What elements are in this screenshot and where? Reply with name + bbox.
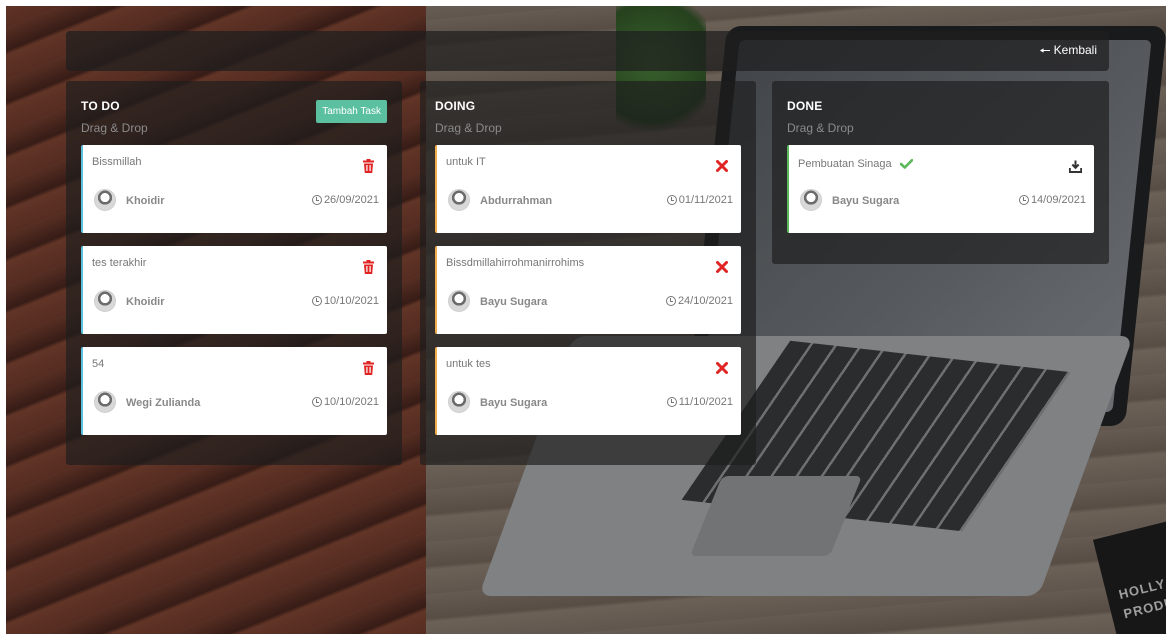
avatar [94,290,116,312]
top-bar: 🠔 Kembali [66,31,1109,71]
column-title: DONE [787,99,823,113]
close-icon[interactable] [715,158,729,174]
task-title: Bissmillah [92,156,142,168]
task-date-value: 01/11/2021 [678,194,733,206]
task-date: 14/09/2021 [1018,194,1086,206]
check-icon [899,156,913,172]
task-date: 26/09/2021 [311,194,379,206]
avatar [94,189,116,211]
clock-icon [666,397,677,407]
trash-icon[interactable] [361,158,375,174]
task-assignee: Bayu Sugara [480,296,548,308]
trash-icon[interactable] [361,360,375,376]
task-date-value: 10/10/2021 [323,295,379,307]
clock-icon [1018,195,1029,205]
clock-icon [311,397,322,407]
back-label: Kembali [1053,43,1097,57]
task-assignee: Bayu Sugara [480,397,548,409]
task-title: Pembuatan Sinaga [798,158,892,170]
clock-icon [311,195,322,205]
task-card[interactable]: untuk tes Bayu Sugara 11/10/2021 [435,347,741,435]
download-icon[interactable] [1068,158,1082,174]
task-assignee: Wegi Zulianda [126,397,201,409]
column-title: DOING [435,99,476,113]
column-subtitle: Drag & Drop [435,121,502,135]
task-date-value: 24/10/2021 [677,295,733,307]
column-doing: DOING Drag & Drop untuk IT Abdurrahman 0… [420,81,756,465]
task-date: 24/10/2021 [665,295,733,307]
task-card[interactable]: 54 Wegi Zulianda 10/10/2021 [81,347,387,435]
clock-icon [666,195,677,205]
avatar [94,391,116,413]
clock-icon [311,296,322,306]
task-card[interactable]: untuk IT Abdurrahman 01/11/2021 [435,145,741,233]
task-assignee: Bayu Sugara [832,195,900,207]
column-todo: TO DO Drag & Drop Tambah Task Bissmillah… [66,81,402,465]
task-title: untuk IT [446,156,486,168]
task-title: untuk tes [446,358,491,370]
clock-icon [665,296,676,306]
task-date: 10/10/2021 [311,396,379,408]
close-icon[interactable] [715,360,729,376]
task-date-value: 26/09/2021 [323,194,379,206]
task-title-row: Pembuatan Sinaga [798,156,913,172]
back-button[interactable]: 🠔 Kembali [1039,43,1097,57]
task-title: tes terakhir [92,257,147,269]
task-date-value: 11/10/2021 [678,396,733,408]
task-date-value: 10/10/2021 [323,396,379,408]
avatar [800,189,822,211]
task-card[interactable]: Pembuatan Sinaga Bayu Sugara 14/09/2021 [787,145,1094,233]
task-date: 11/10/2021 [666,396,733,408]
task-assignee: Khoidir [126,195,165,207]
task-date-value: 14/09/2021 [1030,194,1086,206]
task-date: 10/10/2021 [311,295,379,307]
task-date: 01/11/2021 [666,194,733,206]
arrow-left-icon: 🠔 [1039,42,1051,58]
column-title: TO DO [81,99,120,113]
column-done: DONE Drag & Drop Pembuatan Sinaga Bayu S… [772,81,1109,264]
avatar [448,290,470,312]
avatar [448,189,470,211]
trash-icon[interactable] [361,259,375,275]
task-title: 54 [92,358,105,370]
task-card[interactable]: tes terakhir Khoidir 10/10/2021 [81,246,387,334]
column-subtitle: Drag & Drop [787,121,854,135]
task-card[interactable]: Bissdmillahirrohmanirrohims Bayu Sugara … [435,246,741,334]
task-card[interactable]: Bissmillah Khoidir 26/09/2021 [81,145,387,233]
task-assignee: Khoidir [126,296,165,308]
close-icon[interactable] [715,259,729,275]
task-title: Bissdmillahirrohmanirrohims [446,257,585,269]
avatar [448,391,470,413]
add-task-button[interactable]: Tambah Task [316,100,387,123]
column-subtitle: Drag & Drop [81,121,148,135]
task-assignee: Abdurrahman [480,195,553,207]
